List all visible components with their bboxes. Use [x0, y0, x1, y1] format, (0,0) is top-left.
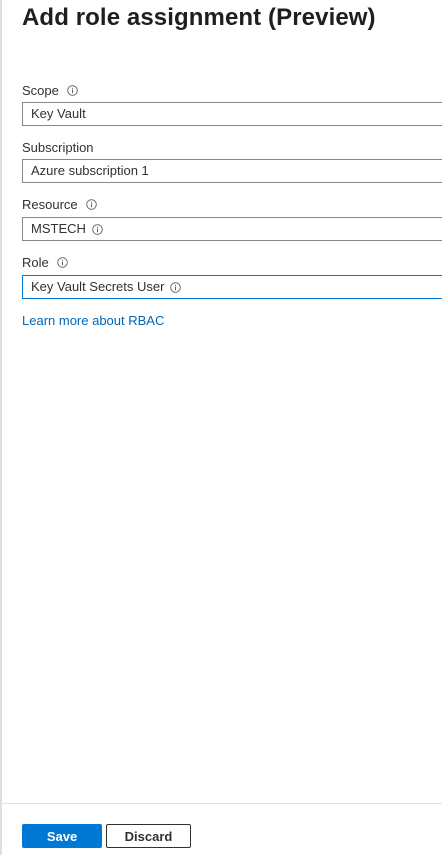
role-field[interactable]: Key Vault Secrets User — [22, 275, 442, 299]
role-label-row: Role — [22, 255, 68, 270]
info-icon[interactable] — [85, 199, 97, 210]
page-title: Add role assignment (Preview) — [22, 4, 376, 31]
footer-divider — [2, 803, 442, 804]
resource-label-row: Resource — [22, 197, 97, 212]
subscription-field[interactable]: Azure subscription 1 — [22, 159, 442, 183]
info-icon[interactable] — [170, 281, 182, 293]
resource-value: MSTECH — [31, 221, 86, 236]
info-icon[interactable] — [92, 223, 103, 235]
discard-button[interactable]: Discard — [106, 824, 191, 848]
scope-label-row: Scope — [22, 83, 78, 98]
learn-more-rbac-link[interactable]: Learn more about RBAC — [22, 313, 164, 328]
add-role-assignment-panel: Add role assignment (Preview) Scope Key … — [0, 0, 442, 855]
role-label: Role — [22, 255, 49, 270]
resource-field[interactable]: MSTECH — [22, 217, 442, 241]
scope-label: Scope — [22, 83, 59, 98]
subscription-label: Subscription — [22, 140, 94, 155]
panel-left-edge — [0, 0, 2, 855]
scope-field[interactable]: Key Vault — [22, 102, 442, 126]
subscription-label-row: Subscription — [22, 140, 94, 155]
role-value: Key Vault Secrets User — [31, 279, 165, 294]
save-button[interactable]: Save — [22, 824, 102, 848]
info-icon[interactable] — [56, 257, 68, 268]
subscription-value: Azure subscription 1 — [31, 163, 149, 178]
info-icon[interactable] — [67, 85, 78, 96]
scope-value: Key Vault — [31, 106, 86, 121]
resource-label: Resource — [22, 197, 78, 212]
